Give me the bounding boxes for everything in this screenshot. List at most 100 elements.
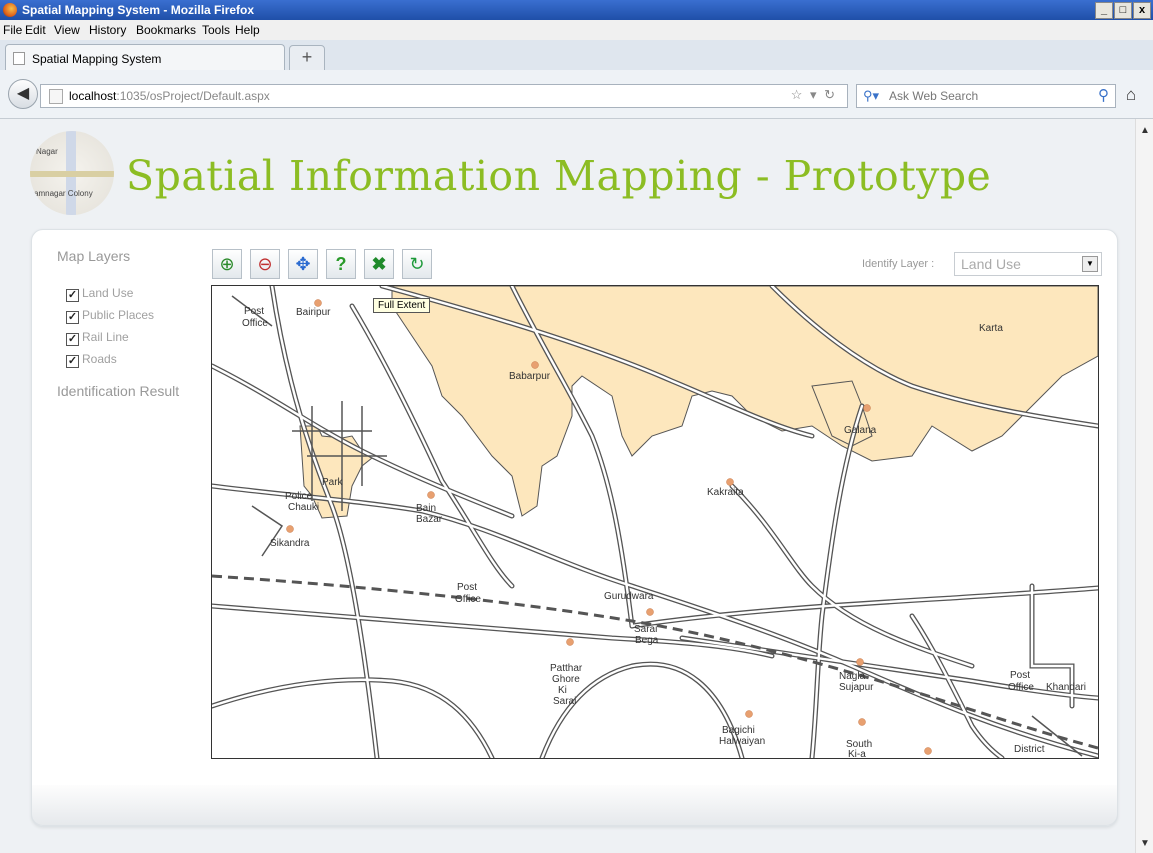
identify-layer-label: Identify Layer :	[862, 258, 935, 270]
pan-button[interactable]: ✥	[288, 249, 318, 279]
identify-layer-value: Land Use	[961, 256, 1021, 272]
tab-spatial-mapping[interactable]: Spatial Mapping System	[5, 44, 285, 71]
layer-label: Rail Line	[82, 330, 129, 344]
layer-label: Public Places	[82, 308, 155, 322]
logo-road	[30, 171, 114, 177]
road	[729, 483, 975, 669]
url-bar[interactable]: localhost:1035/osProject/Default.aspx ☆ …	[40, 84, 848, 108]
identify-button[interactable]: ?	[326, 249, 356, 279]
firefox-icon	[3, 3, 17, 17]
place-point	[726, 478, 734, 486]
full-extent-icon: ✖	[371, 254, 387, 274]
place-label: Kakraita	[707, 487, 744, 498]
place-label: Gurudwara	[604, 591, 654, 602]
zoom-in-icon: ⊕	[219, 254, 235, 274]
search-bar[interactable]: ⚲▾ Ask Web Search ⚲	[856, 84, 1116, 108]
map-svg[interactable]: Post Office Bairipur Babarpur Galana Kar…	[212, 286, 1098, 758]
layer-public-places[interactable]: ✓ Public Places	[66, 308, 154, 324]
place-label: Post	[1010, 670, 1030, 681]
back-arrow-icon: ◀	[16, 85, 30, 102]
maximize-button[interactable]: □	[1114, 2, 1132, 19]
layer-label: Roads	[82, 352, 117, 366]
layer-rail-line[interactable]: ✓ Rail Line	[66, 330, 129, 346]
tab-bar: Spatial Mapping System +	[0, 40, 1153, 71]
place-label: Bega	[635, 635, 659, 646]
bookmark-star-icon[interactable]: ☆ ▾ ↻	[791, 87, 837, 103]
place-point	[858, 718, 866, 726]
refresh-icon: ↻	[409, 254, 425, 274]
place-label: Halwaiyan	[719, 736, 765, 747]
dropdown-arrow-icon[interactable]: ▼	[1082, 256, 1098, 272]
minimize-button[interactable]: _	[1095, 2, 1113, 19]
help-icon: ?	[335, 254, 347, 274]
place-label: Patthar	[550, 663, 583, 674]
home-button[interactable]: ⌂	[1120, 84, 1142, 106]
place-label: Nagla	[839, 671, 866, 682]
close-button[interactable]: x	[1133, 2, 1151, 19]
menu-edit[interactable]: Edit	[25, 23, 46, 37]
menu-file[interactable]: File	[3, 23, 22, 37]
place-label: Bain	[416, 503, 436, 514]
scroll-down-icon[interactable]: ▼	[1140, 838, 1150, 849]
refresh-button[interactable]: ↻	[402, 249, 432, 279]
url-path: :1035/osProject/Default.aspx	[116, 89, 270, 103]
identify-layer-select[interactable]: Land Use ▼	[954, 252, 1102, 276]
layer-checkbox[interactable]: ✓	[66, 289, 79, 302]
road-fill	[910, 614, 1004, 758]
page-scrollbar[interactable]: ▲ ▼	[1135, 119, 1153, 853]
zoom-out-button[interactable]: ⊖	[250, 249, 280, 279]
road-fill	[730, 484, 974, 668]
place-point	[924, 747, 932, 755]
app-logo: Nagar amnagar Colony	[30, 131, 114, 215]
place-point	[531, 361, 539, 369]
search-placeholder: Ask Web Search	[889, 89, 979, 103]
place-label: Bagichi	[722, 725, 755, 736]
place-label: Sarai	[634, 624, 657, 635]
place-point	[745, 710, 753, 718]
place-point	[314, 299, 322, 307]
place-point	[427, 491, 435, 499]
place-label: Bazar	[416, 514, 443, 525]
place-label: Office	[1008, 682, 1034, 693]
panel-footer	[31, 785, 1118, 826]
url-text: localhost:1035/osProject/Default.aspx	[69, 89, 270, 103]
layer-checkbox[interactable]: ✓	[66, 333, 79, 346]
place-label: Police	[285, 491, 313, 502]
search-go-icon[interactable]: ⚲	[1098, 86, 1109, 104]
road-fill	[810, 404, 864, 758]
place-label: Post	[244, 306, 264, 317]
tab-label: Spatial Mapping System	[32, 52, 162, 66]
place-label: Sujapur	[839, 682, 874, 693]
menu-bar: File Edit View History Bookmarks Tools H…	[0, 20, 1153, 40]
navigation-bar: ◀ localhost:1035/osProject/Default.aspx …	[0, 70, 1153, 119]
back-button[interactable]: ◀	[8, 79, 38, 109]
place-point	[646, 608, 654, 616]
place-label: Karta	[979, 323, 1003, 334]
menu-view[interactable]: View	[54, 23, 80, 37]
place-label: Office	[455, 594, 481, 605]
search-engine-icon[interactable]: ⚲▾	[863, 88, 879, 104]
new-tab-button[interactable]: +	[289, 45, 325, 71]
full-extent-tooltip: Full Extent	[373, 298, 431, 313]
layer-land-use[interactable]: ✓ Land Use	[66, 286, 133, 302]
zoom-in-button[interactable]: ⊕	[212, 249, 242, 279]
menu-history[interactable]: History	[89, 23, 126, 37]
place-label: Ki-a	[848, 749, 866, 758]
place-label: Babarpur	[509, 371, 551, 382]
home-icon: ⌂	[1125, 85, 1137, 104]
menu-bookmarks[interactable]: Bookmarks	[136, 23, 196, 37]
place-point	[856, 658, 864, 666]
layer-checkbox[interactable]: ✓	[66, 355, 79, 368]
menu-tools[interactable]: Tools	[202, 23, 230, 37]
layer-roads[interactable]: ✓ Roads	[66, 352, 117, 368]
scroll-up-icon[interactable]: ▲	[1140, 125, 1150, 136]
layer-label: Land Use	[82, 286, 134, 300]
logo-text-bottom: amnagar Colony	[34, 189, 93, 198]
identification-result-heading: Identification Result	[57, 383, 180, 399]
menu-help[interactable]: Help	[235, 23, 260, 37]
map-canvas[interactable]: Post Office Bairipur Babarpur Galana Kar…	[211, 285, 1099, 759]
window-titlebar: Spatial Mapping System - Mozilla Firefox…	[0, 0, 1153, 20]
layer-checkbox[interactable]: ✓	[66, 311, 79, 324]
full-extent-button[interactable]: ✖	[364, 249, 394, 279]
place-label: Sikandra	[270, 538, 310, 549]
